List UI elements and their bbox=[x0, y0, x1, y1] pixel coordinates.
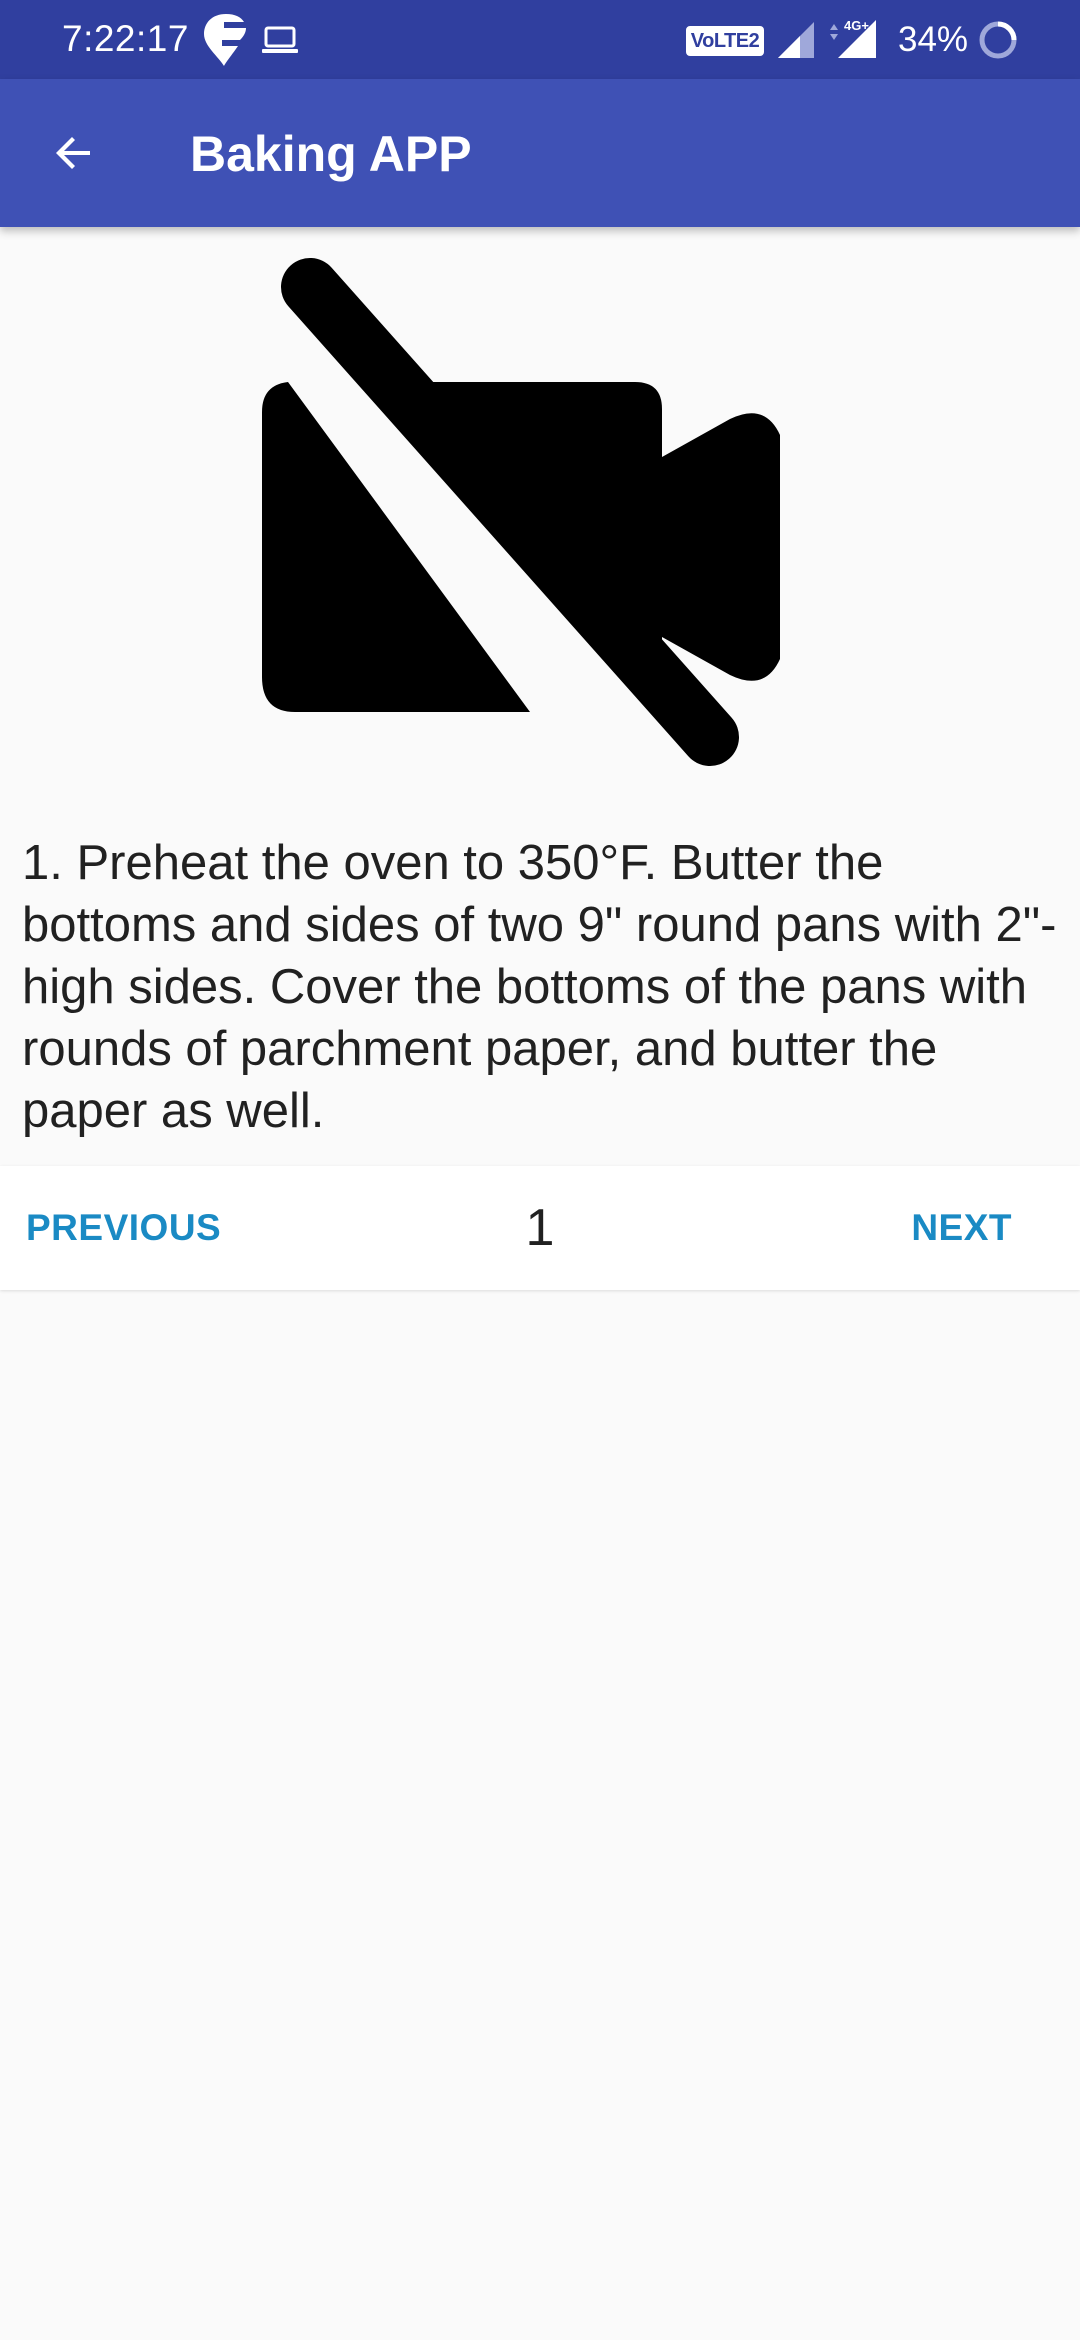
swiggy-icon bbox=[204, 14, 246, 66]
next-button[interactable]: NEXT bbox=[911, 1166, 1012, 1290]
volte-badge: VoLTE2 bbox=[686, 26, 764, 56]
video-player[interactable] bbox=[0, 227, 1080, 797]
status-bar: 7:22:17 VoLTE2 4G+ 34% bbox=[0, 0, 1080, 79]
screen: 7:22:17 VoLTE2 4G+ 34% Baking APP 1. Pre… bbox=[0, 0, 1080, 2340]
laptop-icon bbox=[262, 26, 298, 53]
app-bar: Baking APP bbox=[0, 79, 1080, 227]
step-description: 1. Preheat the oven to 350°F. Butter the… bbox=[22, 836, 1057, 1138]
step-navigation: PREVIOUS 1 NEXT bbox=[0, 1166, 1080, 1290]
previous-button[interactable]: PREVIOUS bbox=[26, 1166, 221, 1290]
battery-icon bbox=[979, 21, 1017, 59]
back-button[interactable] bbox=[34, 113, 114, 193]
network-type-label: 4G+ bbox=[844, 18, 869, 33]
app-title: Baking APP bbox=[190, 126, 472, 182]
signal-sim2-icon: 4G+ bbox=[830, 18, 876, 58]
notification-icons bbox=[204, 14, 298, 66]
arrow-back-icon bbox=[56, 137, 90, 169]
status-time: 7:22:17 bbox=[62, 18, 189, 59]
videocam-off-icon bbox=[262, 258, 780, 766]
signal-sim1-icon bbox=[778, 22, 814, 58]
battery-percent: 34% bbox=[898, 20, 969, 59]
